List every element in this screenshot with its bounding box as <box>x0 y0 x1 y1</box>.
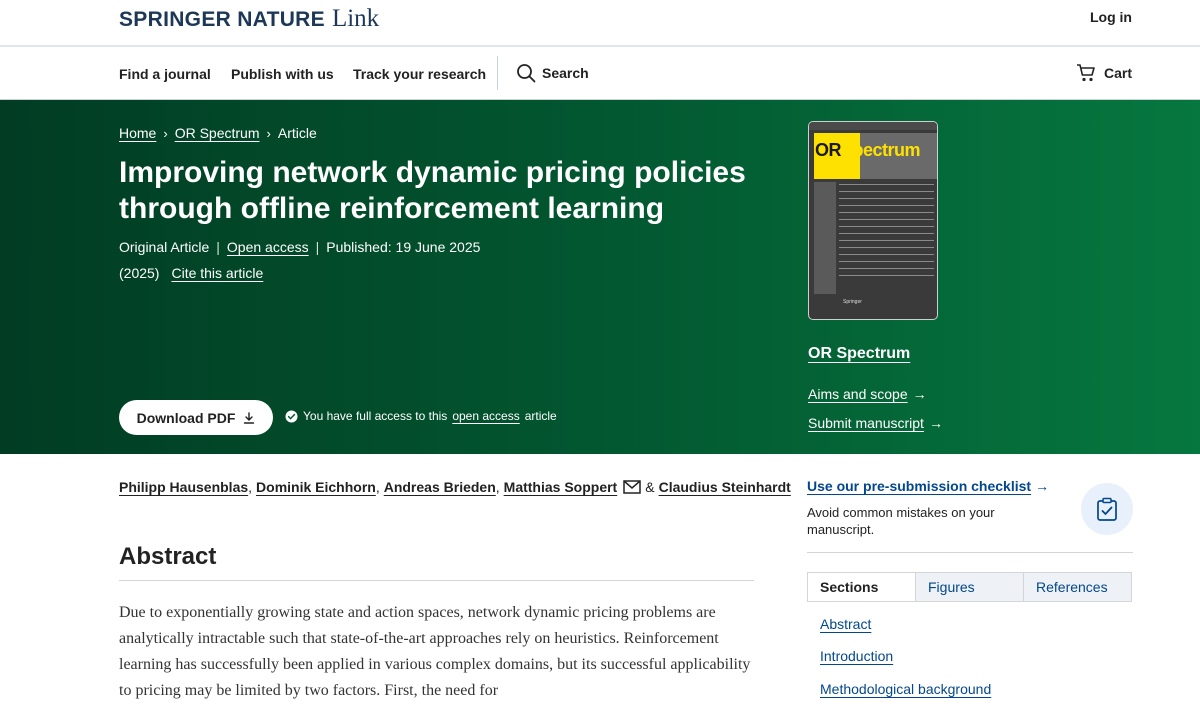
cart-button[interactable]: Cart <box>1076 63 1132 83</box>
section-link-methodological-background[interactable]: Methodological background <box>820 681 991 697</box>
meta-separator: | <box>315 239 320 255</box>
sidebar-tabs: Sections Figures References <box>807 572 1132 602</box>
arrow-right-icon: → <box>1035 478 1050 494</box>
cart-icon <box>1076 64 1095 82</box>
abstract-text: Due to exponentially growing state and a… <box>119 604 751 699</box>
breadcrumb-home[interactable]: Home <box>119 125 156 141</box>
author-ampersand: & <box>645 479 655 495</box>
access-prefix: You have full access to this <box>303 409 448 423</box>
breadcrumb: Home › OR Spectrum › Article <box>119 125 317 141</box>
cover-publisher: Springer <box>843 299 862 305</box>
download-pdf-label: Download PDF <box>136 409 236 426</box>
author-link[interactable]: Dominik Eichhorn <box>256 479 376 495</box>
logo-brand: SPRINGER NATURE <box>119 8 325 31</box>
download-icon <box>244 411 255 424</box>
article-meta: Original Article | Open access | Publish… <box>119 239 480 255</box>
checklist-label: Use our pre-submission checklist <box>807 478 1032 494</box>
author-link[interactable]: Matthias Soppert <box>504 479 618 495</box>
open-access-link[interactable]: Open access <box>227 239 309 255</box>
aims-scope-link[interactable]: Aims and scope → <box>808 386 927 402</box>
submit-manuscript-link[interactable]: Submit manuscript → <box>808 415 943 431</box>
cover-title: ORSpectrum <box>815 140 921 160</box>
submit-manuscript-label: Submit manuscript <box>808 415 924 431</box>
nav-track-research[interactable]: Track your research <box>353 66 486 82</box>
abstract-heading: Abstract <box>119 543 217 570</box>
sidebar-divider <box>807 552 1133 553</box>
abstract-divider <box>119 580 754 581</box>
top-bar: SPRINGER NATURE Link Log in <box>0 0 1200 47</box>
chevron-right-icon: › <box>266 125 271 141</box>
cover-top-band <box>809 122 937 130</box>
article-type: Original Article <box>119 239 210 255</box>
section-link-introduction[interactable]: Introduction <box>820 648 893 664</box>
logo-suffix: Link <box>331 5 380 32</box>
access-open-access-link[interactable]: open access <box>452 409 519 423</box>
section-link-abstract[interactable]: Abstract <box>820 616 871 632</box>
search-icon <box>517 64 536 83</box>
main-nav: Find a journal Publish with us Track you… <box>0 49 1200 100</box>
journal-name-link[interactable]: OR Spectrum <box>808 345 910 363</box>
article-hero: Home › OR Spectrum › Article Improving n… <box>0 100 1200 454</box>
springer-nature-logo[interactable]: SPRINGER NATURE Link <box>119 5 380 32</box>
cite-article-link[interactable]: Cite this article <box>171 265 263 281</box>
nav-find-journal[interactable]: Find a journal <box>119 66 211 82</box>
aims-scope-label: Aims and scope <box>808 386 908 402</box>
article-meta-secondary: (2025) Cite this article <box>119 265 263 281</box>
article-year: (2025) <box>119 265 160 281</box>
author-link[interactable]: Philipp Hausenblas <box>119 479 248 495</box>
tab-sections[interactable]: Sections <box>808 573 915 601</box>
journal-cover[interactable]: ORSpectrum Springer <box>808 121 938 320</box>
published-date: Published: 19 June 2025 <box>326 239 481 255</box>
meta-separator: | <box>216 239 220 255</box>
pre-submission-checklist-link[interactable]: Use our pre-submission checklist → <box>807 478 1049 494</box>
check-circle-icon <box>285 410 298 422</box>
access-suffix: article <box>524 409 557 423</box>
access-notice: You have full access to this open access… <box>285 409 557 423</box>
search-label: Search <box>542 65 589 81</box>
author-link[interactable]: Andreas Brieden <box>384 479 496 495</box>
download-pdf-button[interactable]: Download PDF <box>119 400 273 435</box>
clipboard-check-icon <box>1081 483 1133 535</box>
breadcrumb-journal[interactable]: OR Spectrum <box>175 125 260 141</box>
tab-references[interactable]: References <box>1023 573 1131 601</box>
author-list: Philipp Hausenblas, Dominik Eichhorn, An… <box>119 479 791 495</box>
breadcrumb-current: Article <box>277 125 317 141</box>
search-button[interactable]: Search <box>516 63 589 83</box>
author-link[interactable]: Claudius Steinhardt <box>659 479 791 495</box>
arrow-right-icon: → <box>928 415 943 431</box>
nav-divider <box>497 56 498 90</box>
nav-publish-with-us[interactable]: Publish with us <box>231 66 334 82</box>
chevron-right-icon: › <box>163 125 168 141</box>
checklist-description: Avoid common mistakes on your manuscript… <box>807 505 995 537</box>
cover-contents-lines <box>839 184 934 282</box>
cart-label: Cart <box>1103 65 1132 81</box>
tab-figures[interactable]: Figures <box>915 573 1023 601</box>
cover-side-panel <box>814 182 836 294</box>
login-link[interactable]: Log in <box>1090 9 1132 25</box>
email-icon[interactable] <box>623 480 641 494</box>
article-title: Improving network dynamic pricing polici… <box>119 156 746 225</box>
arrow-right-icon: → <box>912 386 927 402</box>
